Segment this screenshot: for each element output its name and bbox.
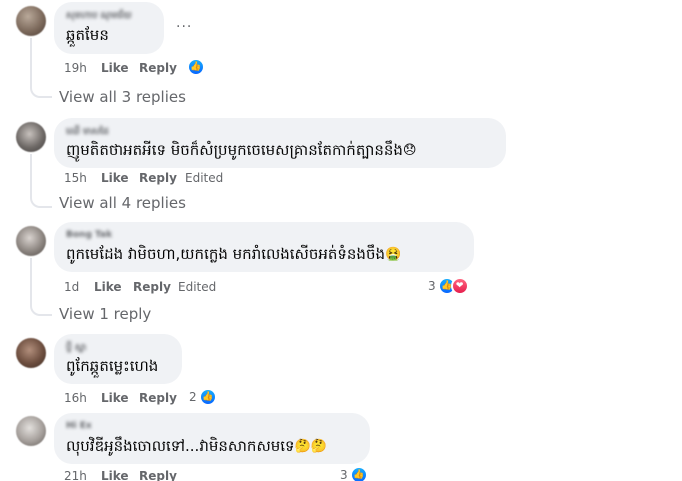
comment-author[interactable]: ប្ញី ស្នា [66, 342, 86, 355]
comment-text-body: ពូកមេដែង វាមិចហា,យកក្លេង មករាំលេងសើចអត់ទ… [66, 245, 385, 263]
comment-author[interactable]: ឈើ មាសដៃ [66, 126, 109, 139]
comment-time[interactable]: 16h [64, 391, 87, 405]
reply-button[interactable]: Reply [139, 469, 177, 481]
thread-line [30, 258, 32, 300]
more-options-icon[interactable]: ... [176, 15, 192, 31]
reaction-summary[interactable]: 👍 [187, 58, 205, 76]
like-button[interactable]: Like [101, 469, 129, 481]
edited-label[interactable]: Edited [178, 280, 216, 294]
like-icon: 👍 [349, 466, 368, 481]
reply-button[interactable]: Reply [133, 280, 171, 294]
comment-text: ពូកែឆ្កួតម្លេះហេង [66, 357, 159, 375]
comment-meta: 16h Like Reply [64, 391, 264, 407]
comment-meta: 1d Like Reply Edited [64, 280, 284, 296]
comment-text: ពូកមេដែង វាមិចហា,យកក្លេង មករាំលេងសើចអត់ទ… [66, 245, 401, 267]
comment-bubble: សុខហាប ណុមជ័យ ឆ្កួតមែន [54, 2, 164, 54]
thread-connector [30, 190, 52, 208]
comment-text-body: លុបវិឌីអូនឹងចោលទៅ...វាមិនសាកសមទេ [66, 437, 295, 455]
reaction-summary[interactable]: 2 👍 [189, 388, 217, 406]
avatar[interactable] [16, 6, 46, 36]
reaction-count: 3 [340, 468, 348, 481]
comment-author[interactable]: Bong Tak [66, 230, 112, 240]
comment-text: ឆ្កួតមែន [66, 26, 109, 44]
reaction-count: 3 [428, 279, 436, 293]
like-icon: 👍 [187, 58, 205, 76]
view-replies-link[interactable]: View 1 reply [59, 305, 151, 323]
comment-bubble: Hi Ex លុបវិឌីអូនឹងចោលទៅ...វាមិនសាកសមទេ🤔🤔 [54, 413, 370, 464]
view-replies-link[interactable]: View all 3 replies [59, 88, 186, 106]
like-button[interactable]: Like [101, 391, 129, 405]
reply-button[interactable]: Reply [139, 171, 177, 185]
reaction-count: 2 [189, 390, 197, 404]
comment-text: ញូមតិតថាអតអីទេ មិចក៏សំប្រមូកចេមេសគ្រានតែ… [66, 141, 416, 163]
comment-time[interactable]: 1d [64, 280, 79, 294]
thread-line [30, 38, 32, 80]
avatar[interactable] [16, 226, 46, 256]
avatar[interactable] [16, 338, 46, 368]
comment-time[interactable]: 19h [64, 61, 87, 75]
comment-meta: 15h Like Reply Edited [64, 171, 284, 187]
edited-label[interactable]: Edited [185, 171, 223, 185]
avatar[interactable] [16, 122, 46, 152]
comment-bubble: Bong Tak ពូកមេដែង វាមិចហា,យកក្លេង មករាំល… [54, 222, 474, 272]
thread-connector [30, 80, 52, 98]
thread-line [30, 154, 32, 192]
comment-time[interactable]: 15h [64, 171, 87, 185]
comment-meta: 21h Like Reply [64, 469, 264, 481]
comment-time[interactable]: 21h [64, 469, 87, 481]
view-replies-link[interactable]: View all 4 replies [59, 194, 186, 212]
reply-button[interactable]: Reply [139, 61, 177, 75]
thread-connector [30, 298, 52, 316]
comment-bubble: ប្ញី ស្នា ពូកែឆ្កួតម្លេះហេង [54, 334, 182, 384]
like-button[interactable]: Like [101, 61, 129, 75]
avatar[interactable] [16, 416, 46, 446]
emoji: 🤮 [385, 247, 402, 262]
like-button[interactable]: Like [94, 280, 122, 294]
emoji: 🤔🤔 [294, 439, 327, 454]
comment-meta: 19h Like Reply [64, 61, 264, 77]
comment-author[interactable]: Hi Ex [66, 421, 92, 431]
reaction-summary[interactable]: 3 👍 ❤ [428, 277, 469, 295]
reply-button[interactable]: Reply [139, 391, 177, 405]
like-button[interactable]: Like [101, 171, 129, 185]
reaction-summary[interactable]: 3 👍 [340, 466, 368, 481]
emoji: 😞 [402, 143, 417, 158]
comment-text: លុបវិឌីអូនឹងចោលទៅ...វាមិនសាកសមទេ🤔🤔 [66, 437, 327, 459]
love-icon: ❤ [450, 277, 469, 295]
comment-text-body: ញូមតិតថាអតអីទេ មិចក៏សំប្រមូកចេមេសគ្រានតែ… [66, 141, 403, 159]
comment-bubble: ឈើ មាសដៃ ញូមតិតថាអតអីទេ មិចក៏សំប្រមូកចេម… [54, 118, 506, 168]
like-icon: 👍 [198, 388, 217, 406]
comment-author[interactable]: សុខហាប ណុមជ័យ [66, 10, 132, 23]
